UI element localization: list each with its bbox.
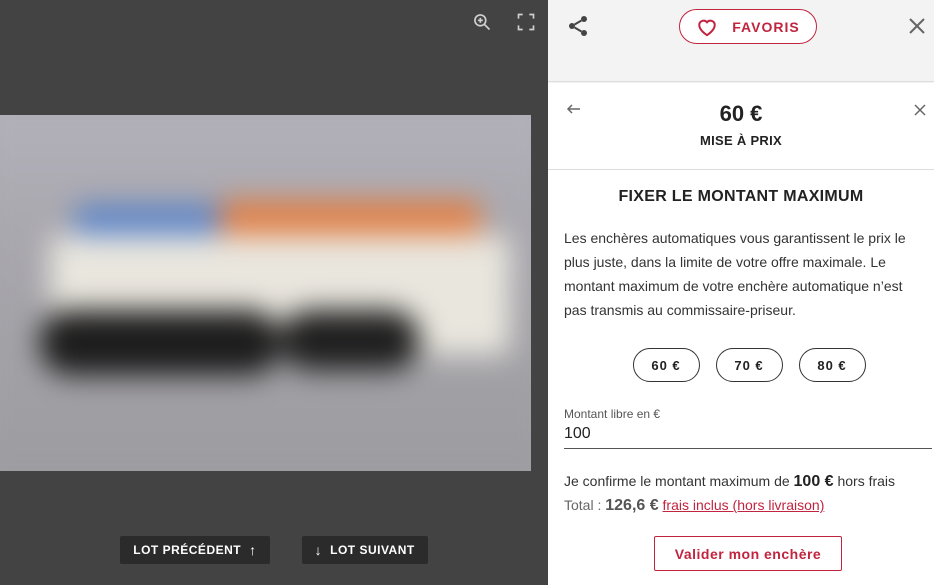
bid-card: 60 € MISE À PRIX FIXER LE MONTANT MAXIMU… <box>548 83 934 585</box>
free-amount-field: Montant libre en € <box>564 407 932 449</box>
free-amount-label: Montant libre en € <box>564 407 661 421</box>
next-lot-label: LOT SUIVANT <box>330 543 415 557</box>
back-arrow-icon[interactable] <box>566 101 582 117</box>
starting-price: 60 € <box>719 101 763 126</box>
free-amount-input[interactable] <box>564 421 932 449</box>
total-line: Total : 126,6 € frais inclus (hors livra… <box>564 497 918 515</box>
panel-header: FAVORIS <box>548 0 934 82</box>
total-label: Total : <box>564 497 602 513</box>
bid-panel: FAVORIS 60 € MISE À PRIX FIXER LE MONTAN… <box>548 0 934 585</box>
fullscreen-icon[interactable] <box>514 10 538 34</box>
fees-included-link[interactable]: frais inclus (hors livraison) <box>663 497 825 513</box>
heart-icon <box>696 17 718 37</box>
arrow-up-icon: ↑ <box>249 542 257 558</box>
confirm-amount: 100 € <box>793 473 834 490</box>
share-icon[interactable] <box>566 14 590 38</box>
confirm-prefix: Je confirme le montant maximum de <box>564 473 790 489</box>
bid-card-header: 60 € MISE À PRIX <box>548 83 934 170</box>
amount-option-70[interactable]: 70 € <box>715 348 783 382</box>
close-icon[interactable] <box>908 17 926 35</box>
favorites-button[interactable]: FAVORIS <box>679 9 817 44</box>
zoom-in-icon[interactable] <box>470 10 494 34</box>
total-value: 126,6 € <box>605 497 659 514</box>
amount-options: 60 € 70 € 80 € <box>548 348 934 382</box>
auto-bid-description: Les enchères automatiques vous garantiss… <box>564 230 906 318</box>
previous-lot-label: LOT PRÉCÉDENT <box>133 543 242 557</box>
amount-option-60[interactable]: 60 € <box>632 348 700 382</box>
favorites-label: FAVORIS <box>732 18 800 35</box>
confirm-suffix: hors frais <box>837 473 896 489</box>
validate-bid-button[interactable]: Valider mon enchère <box>654 536 842 571</box>
lot-navigation: LOT PRÉCÉDENT ↑ ↓ LOT SUIVANT <box>0 536 548 564</box>
card-close-icon[interactable] <box>914 103 926 116</box>
confirm-text: Je confirme le montant maximum de 100 € … <box>564 473 918 491</box>
next-lot-button[interactable]: ↓ LOT SUIVANT <box>301 536 428 564</box>
lot-photo <box>0 115 531 471</box>
previous-lot-button[interactable]: LOT PRÉCÉDENT ↑ <box>120 536 270 564</box>
image-viewer: LOT PRÉCÉDENT ↑ ↓ LOT SUIVANT <box>0 0 548 585</box>
section-title: FIXER LE MONTANT MAXIMUM <box>618 188 864 205</box>
amount-option-80[interactable]: 80 € <box>798 348 866 382</box>
starting-price-label: MISE À PRIX <box>699 133 783 148</box>
viewer-toolbar <box>470 10 538 34</box>
arrow-down-icon: ↓ <box>314 542 323 558</box>
